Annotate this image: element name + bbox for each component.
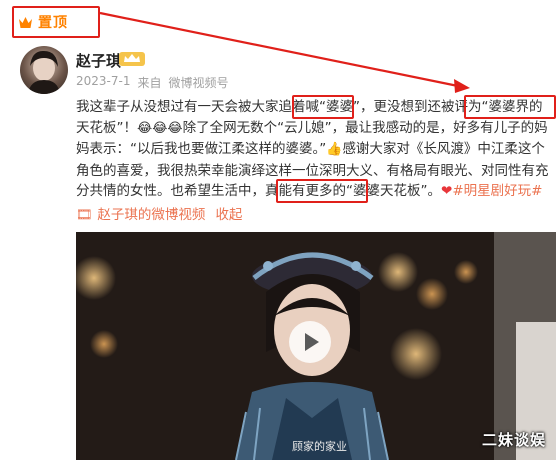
post-meta: 2023-7-1 来自 微博视频号 xyxy=(76,74,229,91)
avatar-photo xyxy=(28,50,60,94)
heart-icon: ❤ xyxy=(441,183,453,199)
collapse-link[interactable]: 收起 xyxy=(215,203,242,223)
video-link[interactable]: 🎞 赵子琪的微博视频 xyxy=(76,203,205,223)
post-date[interactable]: 2023-7-1 xyxy=(76,74,130,91)
play-button[interactable] xyxy=(289,321,331,363)
post-source-prefix: 来自 xyxy=(137,76,162,90)
laughing-emoji-icon: 😂😂😂 xyxy=(137,120,183,136)
pinned-text: 置顶 xyxy=(38,15,68,31)
pinned-label: 置顶 xyxy=(18,10,68,34)
thumbs-up-emoji-icon: 👍 xyxy=(326,142,343,157)
watermark: 二妹谈娱 xyxy=(481,431,546,449)
post-source[interactable]: 微博视频号 xyxy=(168,74,228,91)
post-links: 🎞 赵子琪的微博视频 收起 xyxy=(76,203,242,223)
post-text: 我这辈子从没想过有一天会被大家追着喊“婆婆”，更没想到还被评为“婆婆界的天花板”… xyxy=(76,97,554,202)
video-player[interactable]: 顾家的家业 xyxy=(76,232,556,460)
video-subtitle: 顾家的家业 xyxy=(292,440,347,453)
crown-icon xyxy=(19,16,32,28)
user-name[interactable]: 赵子琪 xyxy=(76,50,121,71)
topic-link[interactable]: #明星剧好玩# xyxy=(452,183,542,199)
vip-crown-icon xyxy=(119,52,145,66)
avatar[interactable] xyxy=(20,46,68,94)
